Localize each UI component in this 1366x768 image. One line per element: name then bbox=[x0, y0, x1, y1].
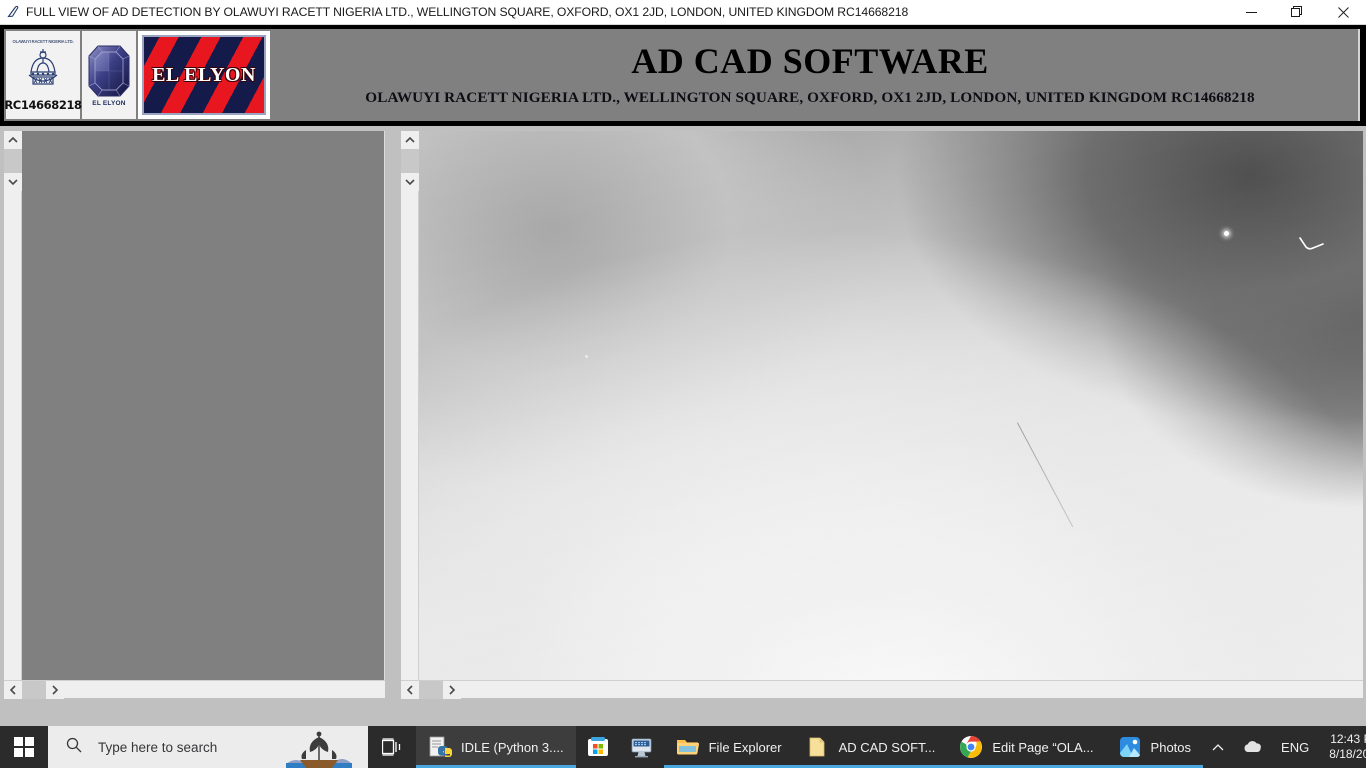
minimize-button[interactable] bbox=[1228, 0, 1274, 25]
gemstone-logo: EL ELYON bbox=[82, 31, 136, 119]
workspace bbox=[0, 126, 1366, 718]
language-indicator[interactable]: ENG bbox=[1271, 740, 1319, 755]
logo-strip: OLAWUYI RACETT NIGERIA LTD. RC14668218 E… bbox=[4, 29, 270, 121]
window-title-bar: FULL VIEW OF AD DETECTION BY OLAWUYI RAC… bbox=[0, 0, 1366, 25]
mammogram-image-canvas[interactable] bbox=[419, 131, 1363, 680]
header-titles: AD CAD SOFTWARE OLAWUYI RACETT NIGERIA L… bbox=[270, 29, 1358, 121]
left-scroll-down-arrow[interactable] bbox=[4, 173, 22, 191]
taskbar-item-label: Edit Page “OLA... bbox=[992, 739, 1094, 755]
flag-art: EL ELYON bbox=[142, 35, 266, 115]
windows-taskbar: Type here to search IDLE (Python 3.... F… bbox=[0, 726, 1366, 768]
show-hidden-icons-button[interactable] bbox=[1203, 726, 1233, 768]
photos-icon bbox=[1118, 735, 1142, 759]
taskbar-item-photos[interactable]: Photos bbox=[1105, 726, 1204, 768]
start-button[interactable] bbox=[0, 726, 48, 768]
left-scroll-left-arrow[interactable] bbox=[4, 681, 22, 699]
onedrive-icon[interactable] bbox=[1233, 726, 1271, 768]
left-image-canvas[interactable] bbox=[22, 131, 385, 680]
window-title: FULL VIEW OF AD DETECTION BY OLAWUYI RAC… bbox=[26, 5, 909, 19]
search-illustration-ship-icon bbox=[286, 730, 352, 768]
crown-seal-icon bbox=[15, 45, 71, 97]
right-vertical-scroll-thumb[interactable] bbox=[401, 149, 419, 173]
brand-title: AD CAD SOFTWARE bbox=[631, 40, 989, 81]
left-horizontal-scroll-track[interactable] bbox=[64, 681, 385, 698]
left-horizontal-scrollbar[interactable] bbox=[4, 680, 385, 699]
mammogram-grain-overlay bbox=[419, 131, 1363, 680]
file-explorer-icon bbox=[676, 735, 700, 759]
app-icon bbox=[0, 0, 26, 25]
clock-date: 8/18/2024 bbox=[1329, 747, 1366, 761]
el-elyon-flag-logo: EL ELYON bbox=[138, 31, 270, 119]
left-preview-panel bbox=[4, 131, 385, 699]
left-panel-body bbox=[4, 131, 385, 680]
taskbar-item-label: File Explorer bbox=[708, 739, 782, 755]
left-scroll-right-arrow[interactable] bbox=[46, 681, 64, 699]
clock[interactable]: 12:43 PM 8/18/2024 bbox=[1319, 726, 1366, 768]
detection-marker-dot bbox=[1224, 231, 1229, 236]
right-scroll-down-arrow[interactable] bbox=[401, 173, 419, 191]
chrome-icon bbox=[959, 735, 983, 759]
right-scroll-right-arrow[interactable] bbox=[443, 681, 461, 699]
taskbar-item-file-explorer[interactable]: File Explorer bbox=[663, 726, 794, 768]
left-vertical-scroll-track[interactable] bbox=[4, 191, 21, 680]
folder-icon bbox=[806, 735, 830, 759]
python-idle-icon bbox=[428, 735, 452, 759]
app-header: OLAWUYI RACETT NIGERIA LTD. RC14668218 E… bbox=[4, 29, 1360, 121]
right-vertical-scroll-track[interactable] bbox=[401, 191, 418, 680]
taskbar-item-label: AD CAD SOFT... bbox=[838, 739, 936, 755]
left-scroll-up-arrow[interactable] bbox=[4, 131, 22, 149]
company-seal-logo: OLAWUYI RACETT NIGERIA LTD. RC14668218 bbox=[4, 31, 82, 119]
maximize-button[interactable] bbox=[1274, 0, 1320, 25]
right-vertical-scrollbar[interactable] bbox=[401, 131, 419, 680]
left-horizontal-scroll-thumb[interactable] bbox=[22, 681, 46, 699]
task-view-button[interactable] bbox=[368, 726, 416, 768]
taskbar-item-ad-cad-soft[interactable]: AD CAD SOFT... bbox=[793, 726, 948, 768]
gem-logo-label: EL ELYON bbox=[92, 99, 126, 107]
left-vertical-scrollbar[interactable] bbox=[4, 131, 22, 680]
app-header-frame: OLAWUYI RACETT NIGERIA LTD. RC14668218 E… bbox=[0, 25, 1366, 126]
taskbar-search-box[interactable]: Type here to search bbox=[48, 726, 368, 768]
brand-subtitle: OLAWUYI RACETT NIGERIA LTD., WELLINGTON … bbox=[365, 89, 1255, 107]
clock-time: 12:43 PM bbox=[1330, 732, 1366, 746]
right-scroll-up-arrow[interactable] bbox=[401, 131, 419, 149]
search-icon bbox=[66, 737, 82, 758]
microsoft-store-icon bbox=[586, 735, 610, 759]
right-horizontal-scrollbar[interactable] bbox=[401, 680, 1363, 699]
right-horizontal-scroll-thumb[interactable] bbox=[419, 681, 443, 699]
close-button[interactable] bbox=[1320, 0, 1366, 25]
seal-registration-number: RC14668218 bbox=[4, 97, 82, 112]
window-controls bbox=[1228, 0, 1366, 25]
faint-marker-dot bbox=[585, 355, 588, 358]
search-input[interactable]: Type here to search bbox=[98, 740, 217, 755]
taskbar-item-label: Photos bbox=[1150, 739, 1192, 755]
detection-marker-hook bbox=[1299, 237, 1325, 251]
remote-desktop-icon bbox=[630, 735, 654, 759]
taskbar-item-chrome[interactable]: Edit Page “OLA... bbox=[947, 726, 1106, 768]
right-scroll-left-arrow[interactable] bbox=[401, 681, 419, 699]
taskbar-item-microsoft-store[interactable] bbox=[576, 726, 620, 768]
right-image-panel bbox=[401, 131, 1363, 699]
seal-top-text: OLAWUYI RACETT NIGERIA LTD. bbox=[12, 38, 74, 44]
flag-label: EL ELYON bbox=[152, 63, 256, 86]
taskbar-item-remote-desktop[interactable] bbox=[620, 726, 664, 768]
system-tray: ENG 12:43 PM 8/18/2024 bbox=[1203, 726, 1366, 768]
taskbar-item-label: IDLE (Python 3.... bbox=[461, 739, 564, 755]
right-panel-body bbox=[401, 131, 1363, 680]
right-horizontal-scroll-track[interactable] bbox=[461, 681, 1363, 698]
taskbar-item-idle[interactable]: IDLE (Python 3.... bbox=[416, 726, 576, 768]
gem-icon bbox=[87, 44, 131, 98]
left-vertical-scroll-thumb[interactable] bbox=[4, 149, 22, 173]
